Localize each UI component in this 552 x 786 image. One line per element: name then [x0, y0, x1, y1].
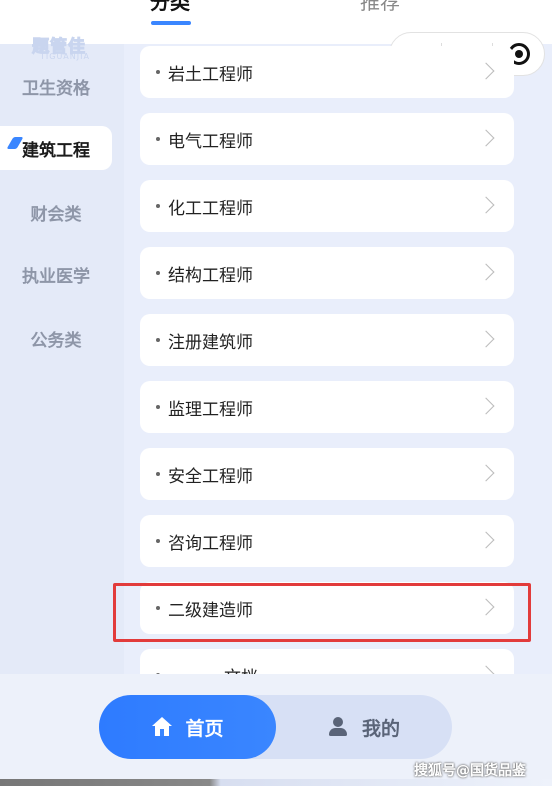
list-item[interactable]: 监理工程师 — [140, 381, 514, 433]
bottom-strip — [0, 779, 552, 786]
chevron-right-icon — [477, 62, 495, 80]
active-indicator — [6, 137, 24, 149]
bullet-icon — [156, 137, 160, 141]
chevron-right-icon — [477, 464, 495, 482]
list-item-label: 二级建造师 — [168, 600, 253, 621]
user-icon — [328, 717, 348, 737]
sidebar-item-civil-service[interactable]: 公务类 — [0, 316, 112, 360]
bullet-icon — [156, 472, 160, 476]
list-item[interactable]: 岩土工程师 — [140, 46, 514, 98]
bottom-nav-pill: 首页 我的 — [99, 695, 452, 759]
chevron-right-icon — [477, 263, 495, 281]
tab-recommend[interactable]: 推荐 — [360, 0, 400, 14]
exam-list: 岩土工程师 电气工程师 化工工程师 结构工程师 注册建筑师 监理工程师 安全工程… — [124, 44, 552, 674]
sidebar-item-label: 卫生资格 — [22, 78, 90, 99]
bullet-icon — [156, 204, 160, 208]
nav-mine-button[interactable]: 我的 — [276, 695, 452, 759]
watermark-logo: 题管佳 TIGUANJIA — [18, 36, 118, 66]
watermark-text: 搜狐号@国货品鉴 — [414, 763, 526, 779]
list-item-label: 文档 — [224, 663, 258, 675]
sidebar-item-label: 执业医学 — [22, 266, 90, 287]
sidebar-item-label: 建筑工程 — [22, 140, 90, 161]
list-item[interactable]: 文档 — [140, 649, 514, 674]
chevron-right-icon — [477, 598, 495, 616]
list-item[interactable]: 注册建筑师 — [140, 314, 514, 366]
list-item-label: 咨询工程师 — [168, 533, 253, 554]
list-item[interactable]: 咨询工程师 — [140, 515, 514, 567]
bullet-icon — [156, 539, 160, 543]
list-item-label: 安全工程师 — [168, 466, 253, 487]
sidebar-item-label: 公务类 — [30, 330, 82, 351]
sidebar-item-construction[interactable]: 建筑工程 — [0, 126, 112, 170]
nav-mine-label: 我的 — [361, 717, 400, 740]
list-item-label: 岩土工程师 — [168, 64, 253, 85]
sidebar-item-label: 财会类 — [30, 204, 82, 225]
bullet-icon — [156, 405, 160, 409]
list-item[interactable]: 电气工程师 — [140, 113, 514, 165]
logo-subtext: TIGUANJIA — [40, 52, 90, 61]
list-item-label: 结构工程师 — [168, 265, 253, 286]
sidebar-item-health[interactable]: 卫生资格 — [0, 64, 112, 108]
chevron-right-icon — [477, 397, 495, 415]
active-tab-indicator — [151, 21, 191, 25]
bullet-icon — [156, 271, 160, 275]
sidebar-item-accounting[interactable]: 财会类 — [0, 190, 112, 234]
home-icon — [151, 717, 173, 737]
list-item[interactable]: 安全工程师 — [140, 448, 514, 500]
chevron-right-icon — [477, 196, 495, 214]
chevron-right-icon — [477, 330, 495, 348]
category-sidebar: 题管佳 TIGUANJIA 卫生资格 建筑工程 财会类 执业医学 公务类 — [0, 37, 124, 674]
chevron-right-icon — [477, 531, 495, 549]
list-item-label: 电气工程师 — [168, 131, 253, 152]
list-item-highlighted[interactable]: 二级建造师 — [140, 582, 514, 634]
nav-home-button[interactable]: 首页 — [99, 695, 276, 759]
bullet-icon — [156, 606, 160, 610]
list-item-label: 监理工程师 — [168, 399, 253, 420]
chevron-right-icon — [477, 129, 495, 147]
list-item-label: 注册建筑师 — [168, 332, 253, 353]
bullet-icon — [156, 70, 160, 74]
chevron-right-icon — [477, 665, 495, 674]
list-item[interactable]: 结构工程师 — [140, 247, 514, 299]
tab-category[interactable]: 分类 — [150, 0, 190, 14]
bullet-icon — [156, 338, 160, 342]
nav-home-label: 首页 — [185, 717, 224, 740]
sidebar-item-medical[interactable]: 执业医学 — [0, 252, 112, 296]
list-item-label: 化工工程师 — [168, 198, 253, 219]
list-item[interactable]: 化工工程师 — [140, 180, 514, 232]
